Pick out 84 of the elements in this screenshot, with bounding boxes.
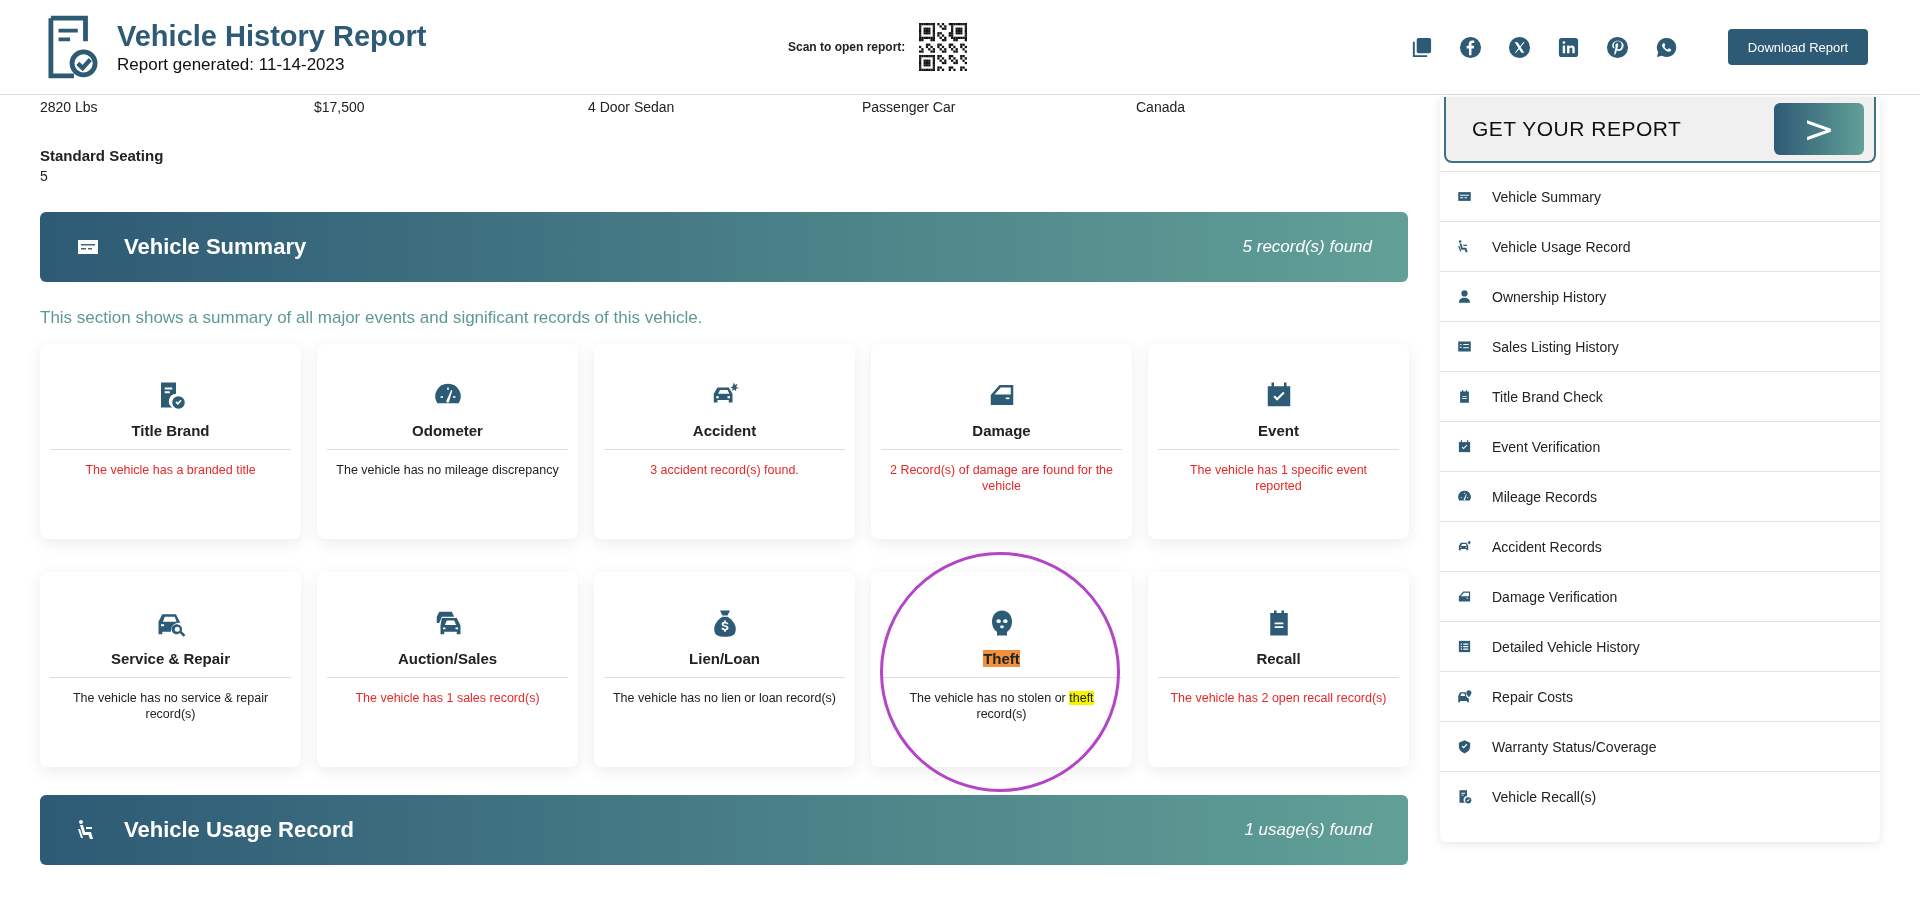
- sidebar-item-label: Title Brand Check: [1492, 388, 1603, 405]
- sidebar-item[interactable]: Ownership History: [1440, 271, 1880, 321]
- whatsapp-icon[interactable]: [1655, 35, 1678, 59]
- sidebar-item[interactable]: Repair Costs: [1440, 671, 1880, 721]
- list-card-icon: [1457, 339, 1472, 354]
- sidebar-item[interactable]: Title Brand Check: [1440, 371, 1880, 421]
- seating-label: Standard Seating: [40, 147, 165, 164]
- card-description: The vehicle has no service & repair record(s): [71, 690, 270, 723]
- section-description: This section shows a summary of all major events and significant records of this vehicle.: [40, 308, 704, 328]
- sidebar-item[interactable]: Vehicle Summary: [1440, 171, 1880, 221]
- sidebar-item-label: Warranty Status/Coverage: [1492, 738, 1657, 755]
- spec-value: 2820 Lbs: [40, 99, 99, 117]
- sidebar-item-label: Damage Verification: [1492, 588, 1618, 605]
- card-title: Theft: [983, 650, 1020, 667]
- sidebar-item-label: Repair Costs: [1492, 688, 1573, 705]
- card-description: The vehicle has no mileage discrepancy: [335, 462, 560, 479]
- card-title: Auction/Sales: [397, 650, 498, 667]
- sidebar-item[interactable]: Warranty Status/Coverage: [1440, 721, 1880, 771]
- get-report-label: GET YOUR REPORT: [1472, 117, 1682, 141]
- get-report-banner[interactable]: GET YOUR REPORT >: [1444, 97, 1876, 163]
- sidebar-item-label: Vehicle Usage Record: [1492, 238, 1631, 255]
- card-title: Service & Repair: [110, 650, 231, 667]
- sidebar-item-label: Accident Records: [1492, 538, 1602, 555]
- calendar-check-icon: [1457, 439, 1472, 454]
- card-title: Odometer: [412, 422, 483, 439]
- sidebar-item[interactable]: Event Verification: [1440, 421, 1880, 471]
- card-title: Damage: [972, 422, 1031, 439]
- spec-value: 4 Door Sedan: [588, 99, 676, 117]
- section-title: Vehicle Usage Record: [124, 817, 354, 843]
- document-check-icon: [1457, 789, 1472, 804]
- sidebar-item-label: Detailed Vehicle History: [1492, 638, 1640, 655]
- card-title: Event: [1258, 422, 1299, 439]
- linkedin-icon[interactable]: [1557, 35, 1580, 59]
- sidebar-item[interactable]: Accident Records: [1440, 521, 1880, 571]
- sidebar-item[interactable]: Damage Verification: [1440, 571, 1880, 621]
- card-description: The vehicle has no lien or loan record(s): [612, 690, 837, 707]
- section-title: Vehicle Summary: [124, 234, 307, 260]
- sidebar-item[interactable]: Vehicle Recall(s): [1440, 771, 1880, 821]
- card-title: Recall: [1256, 650, 1301, 667]
- car-pin-icon: [1457, 689, 1472, 704]
- qr-label: Scan to open report:: [788, 40, 906, 54]
- sidebar-item-label: Mileage Records: [1492, 488, 1598, 505]
- record-count: 1 usage(s) found: [1244, 820, 1372, 840]
- qr-code-icon: [919, 23, 968, 71]
- sidebar-item-label: Vehicle Summary: [1492, 188, 1601, 205]
- card-description: The vehicle has a branded title: [84, 462, 257, 479]
- pinterest-icon[interactable]: [1606, 35, 1629, 59]
- card-description: The vehicle has 2 open recall record(s): [1169, 690, 1388, 707]
- report-title: Vehicle History Report: [117, 19, 427, 53]
- copy-icon[interactable]: [1410, 35, 1433, 59]
- record-count: 5 record(s) found: [1242, 237, 1372, 257]
- sidebar-item-label: Vehicle Recall(s): [1492, 788, 1597, 805]
- sidebar-item-label: Ownership History: [1492, 288, 1607, 305]
- sidebar-item[interactable]: Mileage Records: [1440, 471, 1880, 521]
- card-description: The vehicle has no stolen or theft record(s): [908, 690, 1095, 723]
- shield-icon: [1457, 739, 1472, 754]
- seating-value: 5: [40, 168, 49, 184]
- sidebar-item-label: Event Verification: [1492, 438, 1601, 455]
- spec-value: Passenger Car: [862, 99, 957, 117]
- facebook-icon[interactable]: [1459, 35, 1482, 59]
- sidebar-item-label: Sales Listing History: [1492, 338, 1619, 355]
- card-description: 2 Record(s) of damage are found for the vehicle: [888, 462, 1114, 495]
- download-report-button[interactable]: Download Report: [1728, 29, 1868, 65]
- gauge-icon: [1457, 489, 1472, 504]
- clipboard-icon: [1457, 389, 1472, 404]
- report-logo-icon: [48, 15, 98, 79]
- sidebar-item[interactable]: Vehicle Usage Record: [1440, 221, 1880, 271]
- card-title: Accident: [692, 422, 757, 439]
- card-description: 3 accident record(s) found.: [649, 462, 800, 479]
- card-title: Lien/Loan: [689, 650, 760, 667]
- id-card-icon: [1457, 189, 1472, 204]
- card-description: The vehicle has 1 specific event reported: [1188, 462, 1369, 495]
- card-description: The vehicle has 1 sales record(s): [354, 690, 541, 707]
- door-icon: [1457, 589, 1472, 604]
- spec-value: $17,500: [314, 99, 366, 117]
- list-icon: [1457, 639, 1472, 654]
- report-date: Report generated: 11-14-2023: [117, 54, 346, 75]
- sidebar-item[interactable]: Sales Listing History: [1440, 321, 1880, 371]
- spec-value: Canada: [1136, 99, 1187, 117]
- card-title: Title Brand: [131, 422, 210, 439]
- person-icon: [1457, 289, 1472, 304]
- x-icon[interactable]: [1508, 35, 1531, 59]
- get-report-button[interactable]: >: [1774, 103, 1864, 155]
- sidebar-item[interactable]: Detailed Vehicle History: [1440, 621, 1880, 671]
